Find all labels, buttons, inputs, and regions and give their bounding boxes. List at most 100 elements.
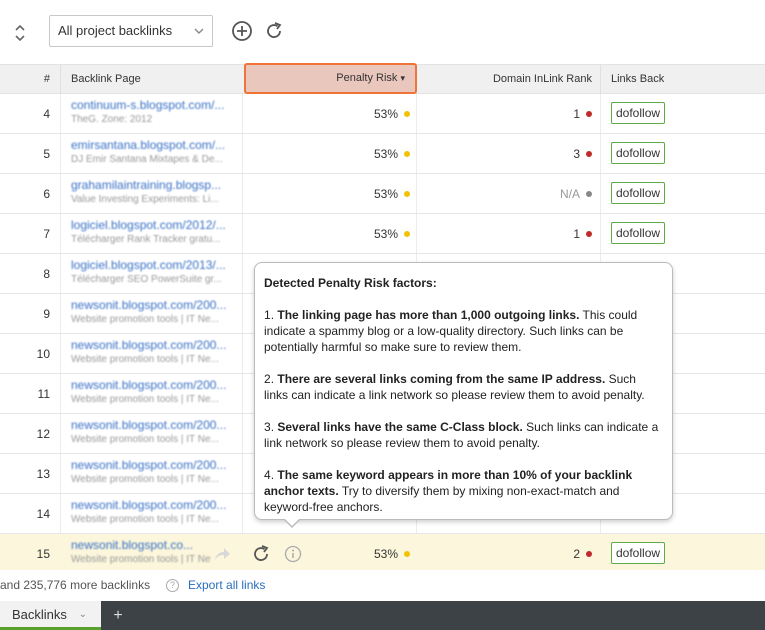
penalty-risk-tooltip: Detected Penalty Risk factors: 1. The li… [254,262,673,520]
links-back-badge: dofollow [611,142,666,164]
domain-rank-cell: 1 [418,94,592,134]
column-header-links-back[interactable]: Links Back [611,65,664,94]
domain-rank-value: 3 [573,147,580,161]
row-number: 7 [43,227,50,241]
backlink-title: Value Investing Experiments: Li... [71,194,219,205]
table-row[interactable]: 7 logiciel.blogspot.com/2012/... Téléchar… [0,214,765,254]
domain-rank-value: 1 [573,227,580,241]
bottom-tab-bar: Backlinks ⌄ + [0,601,765,630]
help-icon[interactable]: ? [166,579,179,592]
domain-rank-cell: N/A [418,174,592,214]
backlink-title: TheG. Zone: 2012 [71,114,153,125]
more-backlinks-count: and 235,776 more backlinks [0,578,151,592]
rank-dot-icon [586,111,592,117]
backlink-page-cell: continuum-s.blogspot.com/... TheG. Zone: … [71,98,239,127]
links-back-badge: dofollow [611,222,666,244]
tooltip-arrow-inner [284,518,300,526]
table-row-selected[interactable]: 15 newsonit.blogspot.co... Website promot… [0,534,765,574]
domain-rank-value: 1 [573,107,580,121]
column-header-domain-inlink-rank[interactable]: Domain InLink Rank [418,65,592,94]
links-back-badge: dofollow [611,182,666,204]
tab-backlinks[interactable]: Backlinks ⌄ [0,601,101,630]
chevron-down-icon[interactable]: ⌄ [79,601,87,629]
backlink-url[interactable]: newsonit.blogspot.com/200... [71,378,239,393]
column-header-backlink-page[interactable]: Backlink Page [71,65,141,94]
backlink-page-cell: grahamilaintraining.blogsp... Value Inves… [71,178,239,207]
backlink-title: Télécharger SEO PowerSuite gr... [71,274,222,285]
backlink-title: Télécharger Rank Tracker gratu... [71,234,221,245]
backlink-page-cell: logiciel.blogspot.com/2013/... Télécharge… [71,258,239,287]
backlink-url[interactable]: newsonit.blogspot.com/200... [71,498,239,513]
row-number: 6 [43,187,50,201]
tooltip-title: Detected Penalty Risk factors: [264,276,437,290]
risk-dot-icon [404,191,410,197]
backlink-url[interactable]: continuum-s.blogspot.com/... [71,98,239,113]
backlink-url[interactable]: newsonit.blogspot.com/200... [71,298,239,313]
row-number: 8 [43,267,50,281]
backlink-url[interactable]: emirsantana.blogspot.com/... [71,138,239,153]
risk-factor-item: 1. The linking page has more than 1,000 … [264,308,638,354]
backlink-page-cell: newsonit.blogspot.com/200... Website prom… [71,498,239,527]
domain-rank-value: N/A [559,187,580,201]
backlink-url[interactable]: newsonit.blogspot.com/200... [71,418,239,433]
row-number: 11 [37,387,50,401]
domain-rank-cell: 3 [418,134,592,174]
row-number: 5 [43,147,50,161]
column-header-number[interactable]: # [0,65,50,94]
backlink-title: Website promotion tools | IT Ne... [71,514,219,525]
penalty-risk-cell: 53% [244,534,410,574]
penalty-risk-value: 53% [373,187,398,201]
risk-factor-item: 4. The same keyword appears in more than… [264,468,633,514]
rank-dot-icon [586,551,592,557]
share-icon[interactable] [213,546,231,562]
backlink-page-cell: emirsantana.blogspot.com/... DJ Emir Sant… [71,138,239,167]
penalty-risk-value: 53% [373,147,398,161]
table-row[interactable]: 6 grahamilaintraining.blogsp... Value Inv… [0,174,765,214]
table-row[interactable]: 4 continuum-s.blogspot.com/... TheG. Zone… [0,94,765,134]
backlink-filter-select[interactable]: All project backlinks [49,15,213,47]
backlink-title: Website promotion tools | IT Ne... [71,434,219,445]
plus-circle-icon[interactable] [231,20,253,42]
backlink-url[interactable]: newsonit.blogspot.com/200... [71,338,239,353]
backlink-url[interactable]: newsonit.blogspot.co... [71,538,211,553]
backlink-url[interactable]: logiciel.blogspot.com/2013/... [71,258,239,273]
backlink-page-cell: newsonit.blogspot.com/200... Website prom… [71,458,239,487]
row-number: 14 [36,507,50,521]
risk-dot-icon [404,551,410,557]
collapse-icon[interactable] [12,22,28,44]
domain-rank-value: 2 [573,547,580,561]
backlink-page-cell: newsonit.blogspot.co... Website promotion… [71,538,211,567]
rank-dot-icon [586,231,592,237]
column-header-penalty-risk-label: Penalty Risk [336,72,398,84]
backlink-url[interactable]: newsonit.blogspot.com/200... [71,458,239,473]
chevron-down-icon [194,16,204,59]
rank-dot-icon [586,191,592,197]
risk-factor-item: 2. There are several links coming from t… [264,372,645,402]
penalty-risk-cell: 53% [244,214,410,254]
risk-dot-icon [404,151,410,157]
risk-factor-heading: There are several links coming from the … [277,372,606,386]
penalty-risk-cell: 53% [244,134,410,174]
domain-rank-cell: 2 [418,534,592,574]
row-number: 15 [36,547,50,561]
row-number: 9 [43,307,50,321]
backlink-page-cell: newsonit.blogspot.com/200... Website prom… [71,418,239,447]
column-divider [60,65,61,94]
penalty-risk-value: 53% [373,547,398,561]
export-all-links-link[interactable]: Export all links [188,570,265,601]
backlink-page-cell: newsonit.blogspot.com/200... Website prom… [71,378,239,407]
backlink-url[interactable]: logiciel.blogspot.com/2012/... [71,218,239,233]
add-tab-button[interactable]: + [108,601,128,630]
links-back-badge: dofollow [611,102,666,124]
risk-factor-item: 3. Several links have the same C-Class b… [264,420,659,450]
row-number: 4 [43,107,50,121]
table-footer: and 235,776 more backlinks ? Export all … [0,570,765,601]
refresh-icon[interactable] [263,20,285,42]
table-row[interactable]: 5 emirsantana.blogspot.com/... DJ Emir Sa… [0,134,765,174]
backlink-url[interactable]: grahamilaintraining.blogsp... [71,178,239,193]
risk-factor-heading: Several links have the same C-Class bloc… [277,420,523,434]
column-header-penalty-risk[interactable]: Penalty Risk ▾ [244,63,417,94]
penalty-risk-cell: 53% [244,94,410,134]
penalty-risk-value: 53% [373,107,398,121]
backlink-title: DJ Emir Santana Mixtapes & De... [71,154,223,165]
